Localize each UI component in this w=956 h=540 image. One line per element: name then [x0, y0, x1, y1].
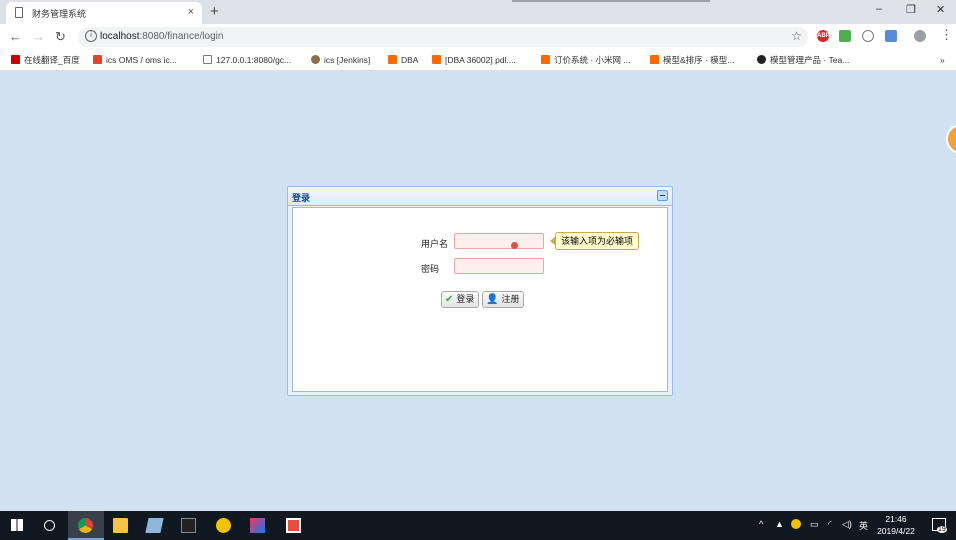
search-icon[interactable]: [44, 520, 55, 531]
taskbar: ^ ▲ ▭ ◜ ◁) 英 21:46 2019/4/22 19: [0, 511, 956, 540]
maximize-button[interactable]: ❐: [906, 3, 916, 16]
folder-icon[interactable]: [113, 518, 128, 533]
bookmark-star-icon[interactable]: ☆: [791, 29, 802, 43]
menu-icon[interactable]: ⋮: [940, 27, 953, 43]
extension-icon[interactable]: [839, 30, 851, 42]
login-button[interactable]: ✔ 登录: [441, 291, 480, 308]
panel-title: 登录: [292, 193, 311, 203]
intellij-icon[interactable]: [250, 518, 265, 533]
terminal-icon[interactable]: [181, 518, 196, 533]
bookmark-item[interactable]: 模型管理产品 · Tea...: [757, 53, 849, 67]
collapse-icon[interactable]: [657, 190, 668, 201]
password-label: 密码: [421, 264, 440, 274]
bookmark-item[interactable]: DBA: [388, 53, 418, 67]
tray-network-adapter-icon[interactable]: ▭: [810, 519, 819, 530]
tab-close-icon[interactable]: ×: [188, 6, 194, 18]
bookmark-item[interactable]: ics OMS / oms ic...: [93, 53, 177, 67]
ime-indicator[interactable]: 英: [859, 519, 868, 532]
new-tab-button[interactable]: +: [210, 3, 219, 20]
browser-tab[interactable]: 财务管理系统 ×: [6, 2, 202, 24]
chrome-icon: [78, 518, 93, 533]
browser-toolbar: ← → ↻ i localhost:8080/finance/login ☆ A…: [0, 24, 956, 50]
forward-icon[interactable]: →: [32, 29, 45, 44]
bookmark-item[interactable]: 在线翻译_百度: [11, 53, 80, 67]
info-icon[interactable]: i: [85, 30, 97, 42]
mouse-cursor: [511, 242, 518, 249]
notes-icon[interactable]: [145, 518, 164, 533]
url-text[interactable]: localhost:8080/finance/login: [100, 31, 223, 42]
back-icon[interactable]: ←: [9, 29, 22, 44]
tab-strip: 财务管理系统 × + – ❐ ✕: [0, 0, 956, 24]
close-window-button[interactable]: ✕: [936, 3, 945, 16]
profile-avatar[interactable]: [914, 30, 926, 42]
bookmarks-overflow[interactable]: »: [940, 53, 945, 67]
check-icon: ✔: [445, 294, 454, 305]
reload-icon[interactable]: ↻: [55, 29, 66, 45]
login-panel: 登录: [287, 186, 673, 396]
panel-header: 登录: [288, 187, 672, 206]
minimize-button[interactable]: –: [876, 3, 882, 15]
extension-icon-2[interactable]: [885, 30, 897, 42]
validation-tooltip: 该输入项为必输项: [549, 232, 640, 250]
cloud-icon[interactable]: [862, 30, 874, 42]
password-field[interactable]: [454, 258, 544, 274]
floating-assistant-icon[interactable]: [946, 124, 956, 154]
bookmark-item[interactable]: 订价系统 · 小米网 ...: [541, 53, 631, 67]
register-button[interactable]: 👤 注册: [482, 291, 525, 308]
wifi-icon[interactable]: ◜: [828, 519, 832, 530]
bookmark-item[interactable]: ics [Jenkins]: [311, 53, 370, 67]
bookmarks-bar: 在线翻译_百度 ics OMS / oms ic... 127.0.0.1:80…: [0, 50, 956, 71]
address-bar[interactable]: i localhost:8080/finance/login ☆: [78, 27, 808, 47]
volume-icon[interactable]: ◁): [842, 519, 852, 530]
adblock-icon[interactable]: ABP: [817, 30, 830, 42]
page-icon: [15, 7, 23, 18]
window-drag-area[interactable]: [512, 0, 710, 2]
username-label: 用户名: [421, 239, 449, 249]
windows-start-icon[interactable]: [11, 519, 23, 531]
tab-title: 财务管理系统: [32, 9, 87, 19]
duck-app-icon[interactable]: [216, 518, 231, 533]
notification-count-badge: 19: [937, 526, 947, 533]
bookmark-item[interactable]: [DBA 36002] pdl....: [432, 53, 516, 67]
tray-app-icon[interactable]: ▲: [775, 519, 784, 529]
bookmark-item[interactable]: 127.0.0.1:8080/gc...: [203, 53, 291, 67]
app-icon[interactable]: [286, 518, 301, 533]
tray-shield-icon[interactable]: [791, 519, 801, 529]
username-field[interactable]: [454, 233, 544, 249]
tray-expand-icon[interactable]: ^: [759, 519, 763, 529]
user-icon: 👤: [486, 294, 499, 305]
clock[interactable]: 21:46 2019/4/22: [872, 513, 920, 537]
bookmark-item[interactable]: 模型&排序 · 模型...: [650, 53, 734, 67]
